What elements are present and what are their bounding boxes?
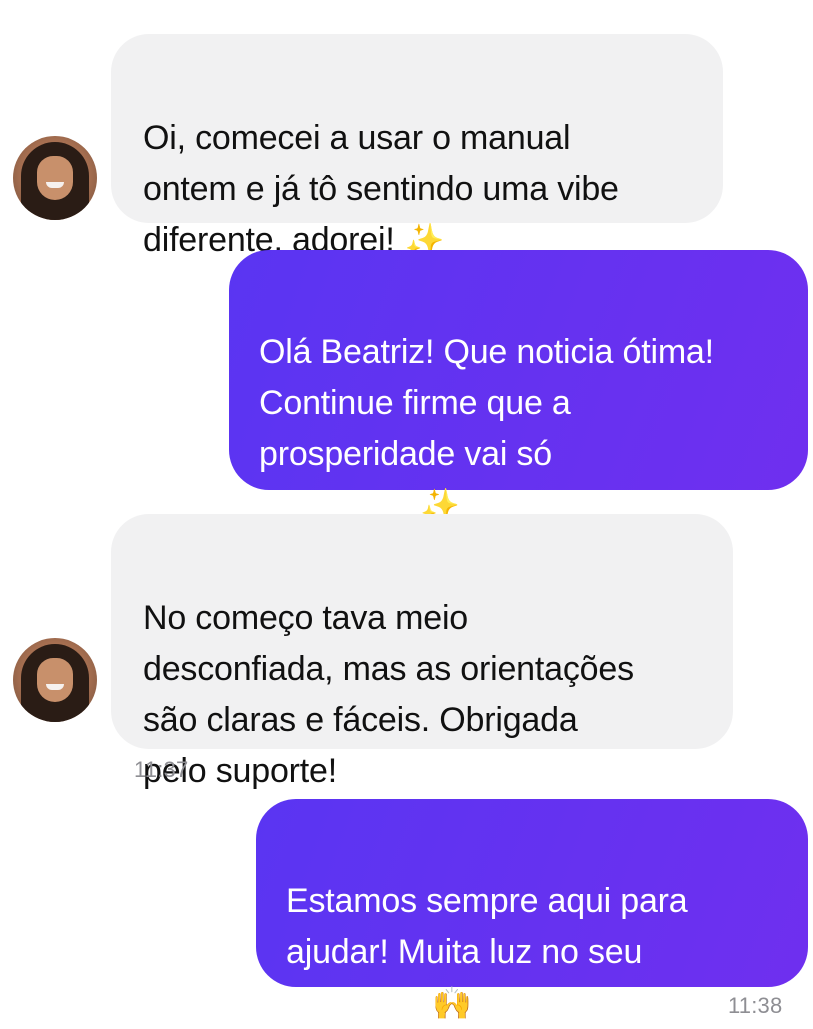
outgoing-message-bubble[interactable]: Olá Beatriz! Que noticia ótima! Continue… bbox=[229, 250, 808, 524]
message-timestamp: 11:37 bbox=[134, 757, 189, 782]
message-text: Oi, comecei a usar o manual ontem e já t… bbox=[143, 119, 619, 259]
message-timestamp: 11:38 bbox=[728, 993, 783, 1018]
outgoing-message-bubble[interactable]: Estamos sempre aqui para ajudar! Muita l… bbox=[256, 799, 808, 1022]
message-text: Olá Beatriz! Que noticia ótima! Continue… bbox=[259, 333, 714, 524]
raised-hands-emoji: 🙌 bbox=[432, 984, 473, 1022]
avatar-face bbox=[37, 156, 73, 200]
incoming-message-bubble[interactable]: No começo tava meio desconfiada, mas as … bbox=[111, 514, 733, 790]
message-text: Estamos sempre aqui para ajudar! Muita l… bbox=[286, 882, 688, 1022]
avatar[interactable] bbox=[13, 136, 97, 220]
incoming-message-bubble[interactable]: Oi, comecei a usar o manual ontem e já t… bbox=[111, 34, 723, 259]
message-text: No começo tava meio desconfiada, mas as … bbox=[143, 599, 634, 790]
avatar[interactable] bbox=[13, 638, 97, 722]
avatar-face bbox=[37, 658, 73, 702]
